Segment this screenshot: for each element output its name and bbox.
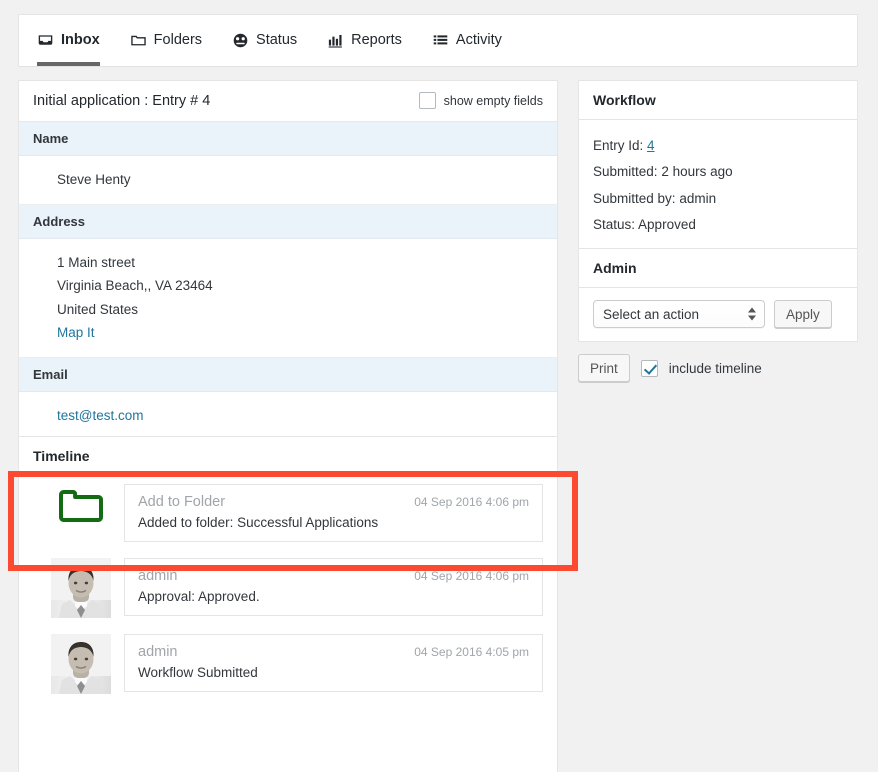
- admin-panel-title: Admin: [579, 249, 857, 288]
- workflow-panel: Workflow Entry Id: 4 Submitted: 2 hours …: [578, 80, 858, 254]
- entry-detail-panel: Initial application : Entry # 4 show emp…: [18, 80, 558, 442]
- timeline-item-date: 04 Sep 2016 4:05 pm: [414, 645, 529, 659]
- dashboard-icon: [232, 32, 249, 49]
- workflow-panel-title: Workflow: [579, 81, 857, 120]
- tab-reports[interactable]: Reports: [327, 15, 415, 66]
- timeline-item-description: Workflow Submitted: [138, 665, 258, 680]
- workflow-submitted-value: 2 hours ago: [661, 164, 733, 180]
- workflow-submitted-label: Submitted:: [593, 164, 658, 180]
- tab-reports-label: Reports: [351, 32, 402, 49]
- page-root: Inbox Folders Status Reports Activity In…: [0, 0, 878, 772]
- include-timeline-label: include timeline: [668, 360, 762, 376]
- workflow-submitted-row: Submitted: 2 hours ago: [593, 159, 843, 185]
- tab-status-label: Status: [256, 32, 298, 49]
- entry-title: Initial application : Entry # 4: [33, 92, 211, 109]
- tab-list: Inbox Folders Status Reports Activity: [19, 15, 857, 66]
- select-stepper-arrows-icon: [748, 307, 756, 321]
- timeline-item-header: Add to Folder 04 Sep 2016 4:06 pm: [138, 494, 529, 510]
- timeline-panel: Timeline Add to Folder 04 Sep 2016 4:06 …: [18, 436, 558, 772]
- green-folder-icon: [59, 490, 103, 522]
- field-line: Virginia Beach,, VA 23464: [57, 278, 213, 294]
- tab-folders-label: Folders: [153, 32, 203, 49]
- timeline-item-description: Added to folder: Successful Applications: [138, 515, 379, 530]
- tab-folders[interactable]: Folders: [130, 15, 215, 66]
- timeline-item-icon: [51, 558, 111, 618]
- field-line: United States: [57, 301, 139, 317]
- timeline-item-card: Add to Folder 04 Sep 2016 4:06 pm Added …: [124, 484, 543, 542]
- main-tabbar: Inbox Folders Status Reports Activity: [18, 14, 858, 67]
- bar-chart-icon: [327, 32, 344, 49]
- field-value-name: Steve Henty: [19, 156, 557, 206]
- timeline-item-description: Approval: Approved.: [138, 589, 260, 604]
- field-line: Steve Henty: [57, 172, 131, 187]
- timeline-item: admin 04 Sep 2016 4:06 pm Approval: Appr…: [19, 550, 557, 626]
- timeline-item-header: admin 04 Sep 2016 4:06 pm: [138, 568, 529, 584]
- timeline-item: Add to Folder 04 Sep 2016 4:06 pm Added …: [19, 476, 557, 550]
- inbox-icon: [37, 32, 54, 49]
- folder-icon: [130, 32, 147, 49]
- timeline-item-icon: [51, 634, 111, 694]
- timeline-item-actor: admin: [138, 644, 178, 660]
- tab-inbox-label: Inbox: [61, 32, 100, 49]
- field-line: 1 Main street: [57, 255, 136, 271]
- field-value-address: 1 Main street Virginia Beach,, VA 23464 …: [19, 239, 557, 359]
- entry-detail-header: Initial application : Entry # 4 show emp…: [19, 81, 557, 122]
- field-heading-address: Address: [19, 205, 557, 240]
- field-heading-email: Email: [19, 358, 557, 393]
- apply-button[interactable]: Apply: [774, 300, 832, 328]
- include-timeline-checkbox[interactable]: [640, 359, 658, 377]
- tab-activity-label: Activity: [455, 32, 502, 49]
- avatar: [51, 634, 111, 694]
- timeline-item-actor: admin: [138, 568, 178, 584]
- map-it-link[interactable]: Map It: [57, 325, 95, 340]
- admin-panel: Admin Select an action Apply: [578, 248, 858, 342]
- timeline-item-date: 04 Sep 2016 4:06 pm: [414, 495, 529, 509]
- workflow-status-row: Status: Approved: [593, 212, 843, 238]
- timeline-title: Timeline: [33, 448, 90, 464]
- workflow-status-value: Approved: [638, 217, 696, 233]
- workflow-submitted-by-row: Submitted by: admin: [593, 186, 843, 212]
- timeline-item-actor: Add to Folder: [138, 494, 226, 510]
- workflow-submitted-by-label: Submitted by:: [593, 190, 676, 206]
- workflow-status-label: Status:: [593, 217, 636, 233]
- admin-action-select[interactable]: Select an action: [593, 300, 765, 328]
- timeline-item: admin 04 Sep 2016 4:05 pm Workflow Submi…: [19, 626, 557, 702]
- workflow-entry-id-label: Entry Id:: [593, 138, 644, 153]
- field-heading-name: Name: [19, 122, 557, 156]
- admin-panel-body: Select an action Apply: [579, 288, 857, 341]
- email-link[interactable]: test@test.com: [57, 408, 143, 423]
- show-empty-fields-checkbox[interactable]: [418, 92, 436, 109]
- show-empty-fields-control[interactable]: show empty fields: [418, 92, 543, 109]
- field-value-email: test@test.com: [19, 392, 557, 440]
- workflow-panel-body: Entry Id: 4 Submitted: 2 hours ago Submi…: [579, 120, 857, 253]
- tab-status[interactable]: Status: [232, 15, 310, 66]
- print-controls: Print include timeline: [578, 354, 762, 382]
- tab-activity[interactable]: Activity: [432, 15, 515, 66]
- avatar: [51, 558, 111, 618]
- show-empty-fields-label: show empty fields: [443, 93, 543, 108]
- list-icon: [432, 32, 449, 49]
- timeline-item-header: admin 04 Sep 2016 4:05 pm: [138, 644, 529, 660]
- workflow-entry-id-row: Entry Id: 4: [593, 133, 843, 159]
- timeline-item-icon: [51, 484, 111, 528]
- print-button[interactable]: Print: [578, 354, 630, 382]
- tab-inbox[interactable]: Inbox: [37, 15, 113, 66]
- admin-action-select-value: Select an action: [603, 306, 700, 322]
- timeline-item-card: admin 04 Sep 2016 4:05 pm Workflow Submi…: [124, 634, 543, 692]
- workflow-submitted-by-value: admin: [679, 190, 717, 206]
- timeline-item-date: 04 Sep 2016 4:06 pm: [414, 569, 529, 583]
- workflow-entry-id-link[interactable]: 4: [647, 138, 655, 153]
- timeline-item-card: admin 04 Sep 2016 4:06 pm Approval: Appr…: [124, 558, 543, 616]
